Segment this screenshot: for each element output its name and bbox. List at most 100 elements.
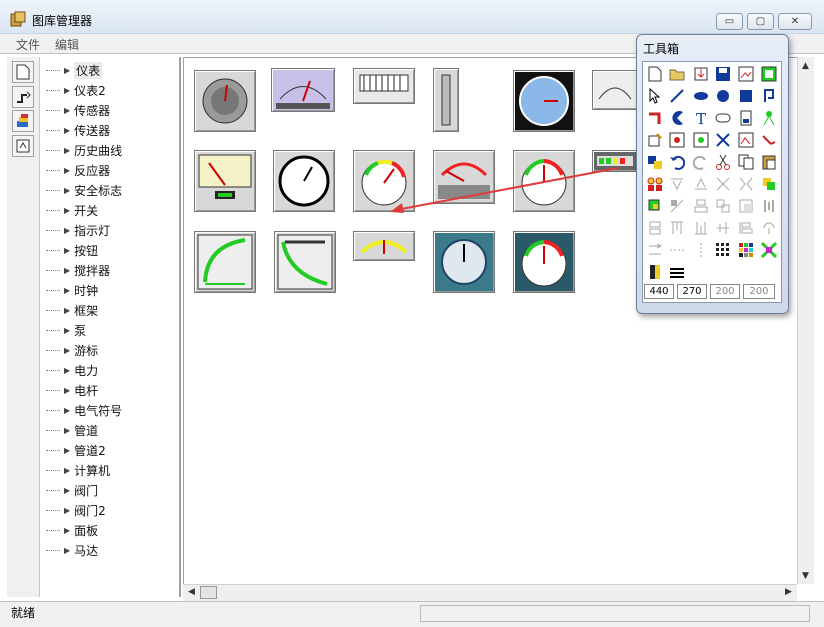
tree-item-20[interactable]: ▶ 计算机	[40, 460, 110, 480]
tool-layer[interactable]	[760, 175, 778, 193]
tree-item-23[interactable]: ▶ 面板	[40, 520, 98, 540]
tree-item-6[interactable]: ▶ 安全标志	[40, 180, 122, 200]
tree-item-17[interactable]: ▶ 电气符号	[40, 400, 122, 420]
tool-rectangle[interactable]	[737, 87, 755, 105]
tool-text[interactable]: T	[692, 109, 710, 127]
tree-item-4[interactable]: ▶ 历史曲线	[40, 140, 122, 160]
gallery-item-semicircle-meter[interactable]	[592, 70, 638, 110]
tree-item-7[interactable]: ▶ 开关	[40, 200, 98, 220]
tool-import[interactable]	[692, 65, 710, 83]
gallery-item-blue-clock-gauge[interactable]	[513, 70, 575, 132]
tool-cut[interactable]	[714, 153, 732, 171]
tool-center-align[interactable]	[714, 219, 732, 237]
tool-pen[interactable]	[646, 131, 664, 149]
tool-save[interactable]	[714, 65, 732, 83]
tree-item-12[interactable]: ▶ 框架	[40, 300, 98, 320]
tool-space[interactable]	[737, 175, 755, 193]
tree-item-5[interactable]: ▶ 反应器	[40, 160, 110, 180]
tool-redo[interactable]	[692, 153, 710, 171]
tree-item-3[interactable]: ▶ 传送器	[40, 120, 110, 140]
tool-palette[interactable]	[737, 241, 755, 259]
tree-item-1[interactable]: ▶ 仪表2	[40, 80, 106, 100]
tool-grid[interactable]	[714, 241, 732, 259]
tool-fill-color[interactable]	[646, 263, 664, 281]
tool-align-center[interactable]	[692, 197, 710, 215]
tool-dotted-line[interactable]	[668, 241, 686, 259]
menu-edit[interactable]: 编辑	[55, 36, 79, 53]
tool-pipe[interactable]	[646, 109, 664, 127]
scroll-down-icon[interactable]: ▼	[802, 571, 809, 581]
tool-link[interactable]	[760, 131, 778, 149]
connect-button[interactable]	[12, 86, 34, 108]
tool-picture[interactable]	[668, 131, 686, 149]
tree-item-14[interactable]: ▶ 游标	[40, 340, 98, 360]
tool-network[interactable]	[714, 131, 732, 149]
tool-circle[interactable]	[714, 87, 732, 105]
scroll-left-icon[interactable]: ◀	[188, 587, 195, 597]
tool-h-space[interactable]	[646, 241, 664, 259]
tool-users[interactable]	[646, 175, 664, 193]
tree-item-9[interactable]: ▶ 按钮	[40, 240, 98, 260]
coord-x-field[interactable]: 440	[644, 284, 674, 299]
tool-color-fill[interactable]	[760, 241, 778, 259]
gallery-item-black-dial-gauge[interactable]	[273, 150, 335, 212]
tool-open[interactable]	[668, 65, 686, 83]
tool-new-file[interactable]	[646, 65, 664, 83]
tool-align-top[interactable]	[668, 175, 686, 193]
tool-person[interactable]	[760, 109, 778, 127]
vertical-scrollbar[interactable]	[797, 57, 814, 584]
gallery-item-flat-arc-meter[interactable]	[353, 231, 415, 261]
scroll-up-icon[interactable]: ▲	[802, 61, 809, 71]
gallery-item-bar-segment-indicator[interactable]	[353, 68, 415, 104]
tool-rotate[interactable]	[760, 219, 778, 237]
tool-undo[interactable]	[668, 153, 686, 171]
scroll-thumb[interactable]	[200, 586, 217, 599]
tree-item-11[interactable]: ▶ 时钟	[40, 280, 98, 300]
layers-button[interactable]	[12, 110, 34, 132]
gallery-item-teal-round-gauge[interactable]	[433, 231, 495, 293]
tree-item-15[interactable]: ▶ 电力	[40, 360, 98, 380]
horizontal-scrollbar[interactable]	[183, 584, 797, 601]
tool-top-align[interactable]	[668, 219, 686, 237]
tool-align-right[interactable]	[714, 197, 732, 215]
gallery-item-quarter-arc-meter[interactable]	[194, 231, 256, 293]
gallery-item-round-dial-gauge[interactable]	[194, 70, 256, 132]
tool-v-dotted-line[interactable]	[692, 241, 710, 259]
tool-round-rect[interactable]	[714, 109, 732, 127]
tool-same-size[interactable]	[737, 197, 755, 215]
tree-item-18[interactable]: ▶ 管道	[40, 420, 98, 440]
tool-align-left[interactable]	[668, 197, 686, 215]
maximize-button[interactable]: ▢	[747, 13, 774, 30]
tool-copy[interactable]	[737, 153, 755, 171]
gallery-item-vertical-scale-gauge[interactable]	[271, 68, 335, 112]
coord-height-field[interactable]: 200	[743, 284, 775, 299]
scroll-right-icon[interactable]: ▶	[785, 587, 792, 597]
menu-file[interactable]: 文件	[16, 36, 40, 53]
tree-item-10[interactable]: ▶ 搅拌器	[40, 260, 110, 280]
tool-distribute[interactable]	[714, 175, 732, 193]
tree-item-8[interactable]: ▶ 指示灯	[40, 220, 110, 240]
tree-item-13[interactable]: ▶ 泵	[40, 320, 86, 340]
tool-picture2[interactable]	[692, 131, 710, 149]
tool-left-edge[interactable]	[737, 219, 755, 237]
tool-v-align[interactable]	[646, 219, 664, 237]
tool-paste[interactable]	[760, 153, 778, 171]
coord-width-field[interactable]: 200	[710, 284, 740, 299]
minimize-button[interactable]: ▭	[716, 13, 743, 30]
close-button[interactable]: ✕	[778, 13, 812, 30]
tool-arc[interactable]	[668, 109, 686, 127]
tool-same-width[interactable]	[760, 197, 778, 215]
tree-item-19[interactable]: ▶ 管道2	[40, 440, 106, 460]
tool-trend[interactable]	[737, 131, 755, 149]
tree-item-16[interactable]: ▶ 电杆	[40, 380, 98, 400]
tool-chart[interactable]	[760, 65, 778, 83]
tree-item-22[interactable]: ▶ 阀门2	[40, 500, 106, 520]
tool-bottom-align[interactable]	[692, 219, 710, 237]
tool-select[interactable]	[646, 87, 664, 105]
tool-line[interactable]	[668, 87, 686, 105]
tree-item-21[interactable]: ▶ 阀门	[40, 480, 98, 500]
sync-button[interactable]	[12, 135, 34, 157]
coord-y-field[interactable]: 270	[677, 284, 707, 299]
gallery-item-voltmeter-panel[interactable]	[194, 150, 256, 212]
tool-line-style[interactable]	[668, 263, 686, 281]
